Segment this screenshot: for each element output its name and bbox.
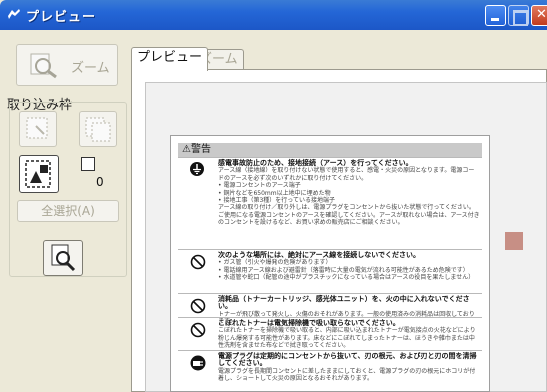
row-body: こぼれたトナーを掃除機で吸い取ると、内部に吸い込まれたトナーが電気接点の火花など… xyxy=(218,327,476,350)
maximize-button[interactable] xyxy=(508,5,529,26)
zoom-label: ズーム xyxy=(71,61,110,76)
prohibited-icon xyxy=(190,322,206,338)
tab-preview[interactable]: プレビュー xyxy=(131,47,209,71)
delete-frame-button[interactable] xyxy=(79,111,117,147)
row-title: 電源プラグは定期的にコンセントから抜いて、刃の根元、および刃と刃の間を清掃してく… xyxy=(218,352,477,368)
row-body: アース線（接地線）を取り付けない状態で使用すると、感電・火災の原因となります。電… xyxy=(218,167,480,227)
warning-row: 消耗品（トナーカートリッジ、感光体ユニット）を、火の中に入れないでください。 ト… xyxy=(178,293,482,325)
warning-row: 電源プラグは定期的にコンセントから抜いて、刃の根元、および刃と刃の間を清掃してく… xyxy=(178,350,482,386)
auto-frame-button[interactable] xyxy=(19,111,57,147)
frame-copy-icon xyxy=(85,117,111,142)
auto-frame-icon xyxy=(26,117,48,139)
row-body: 電源プラグを長期間コンセントに差したままにしておくと、電源プラグの刃の根元にホコ… xyxy=(218,367,476,383)
prohibited-icon xyxy=(190,298,206,314)
warning-header: ⚠警告 xyxy=(178,143,482,157)
close-button[interactable] xyxy=(531,5,547,26)
warning-row: 感電事故防止のため、接地接続（アース）を行ってください。 アース線（接地線）を取… xyxy=(178,157,482,249)
app-icon xyxy=(8,9,20,19)
row-body: • ガス管（引火や爆発の危険があります） • 電話線用アース線および避雷針（落雷… xyxy=(218,259,475,282)
preview-zoom-button[interactable] xyxy=(43,240,83,276)
warning-row: こぼれたトナーは電気掃除機で吸い取らないでください。 こぼれたトナーを掃除機で吸… xyxy=(178,317,482,350)
window-title: プレビュー xyxy=(26,10,97,25)
image-frame-icon xyxy=(25,160,51,188)
frame-image-button[interactable] xyxy=(19,155,59,193)
color-marker xyxy=(505,232,523,250)
minimize-button[interactable] xyxy=(485,5,506,26)
frame-count: 0 xyxy=(96,175,104,189)
unplug-icon xyxy=(190,355,206,371)
ground-icon xyxy=(190,162,204,176)
select-all-button[interactable]: 全選択(A) xyxy=(17,200,119,222)
zoom-button[interactable]: ズーム xyxy=(16,44,118,86)
frame-count-indicator xyxy=(81,157,95,171)
title-bar: プレビュー xyxy=(0,0,547,30)
row-title: 消耗品（トナーカートリッジ、感光体ユニット）を、火の中に入れないでください。 xyxy=(218,295,470,311)
zoom-magnifier-icon xyxy=(30,53,57,79)
warning-row: 次のような場所には、絶対にアース線を接続しないでください。 • ガス管（引火や爆… xyxy=(178,249,482,293)
prohibited-icon xyxy=(190,254,206,270)
magnify-document-icon xyxy=(51,244,76,272)
